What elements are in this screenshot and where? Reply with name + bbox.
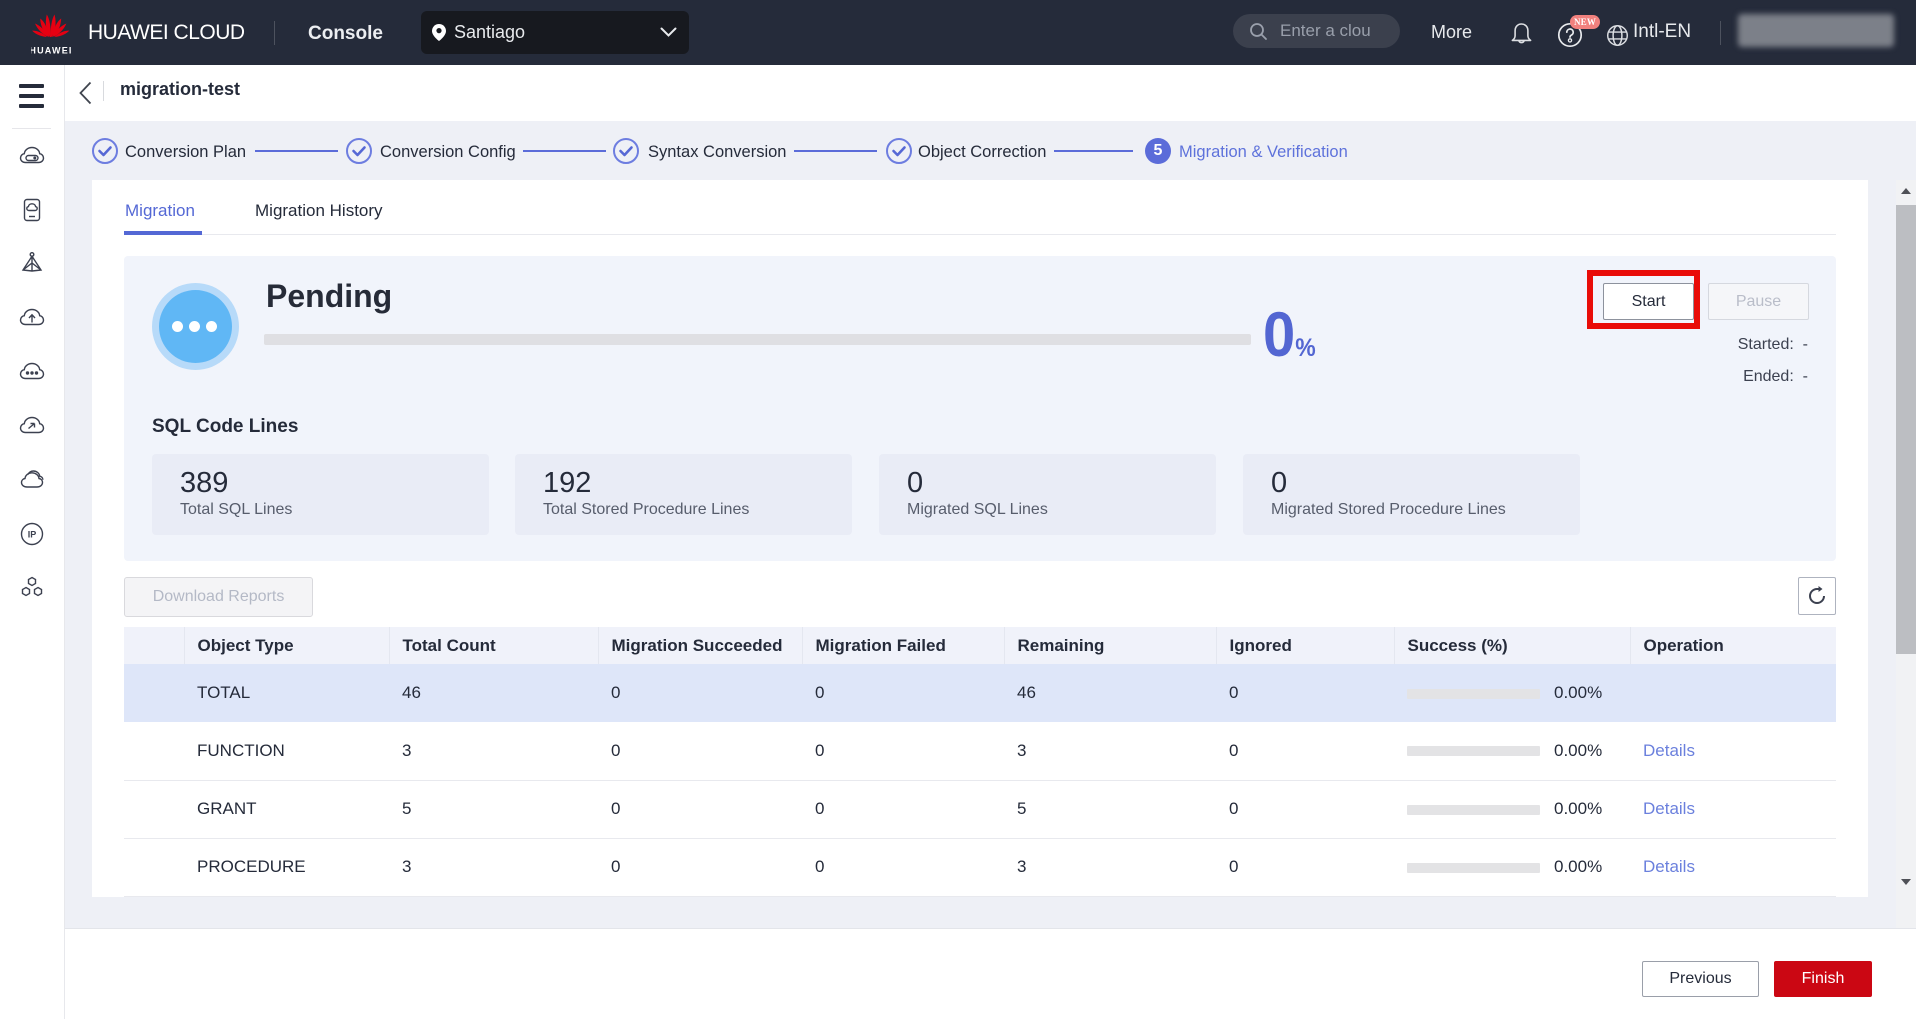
svg-text:HUAWEI: HUAWEI <box>31 46 71 56</box>
svg-text:IP: IP <box>28 530 37 540</box>
